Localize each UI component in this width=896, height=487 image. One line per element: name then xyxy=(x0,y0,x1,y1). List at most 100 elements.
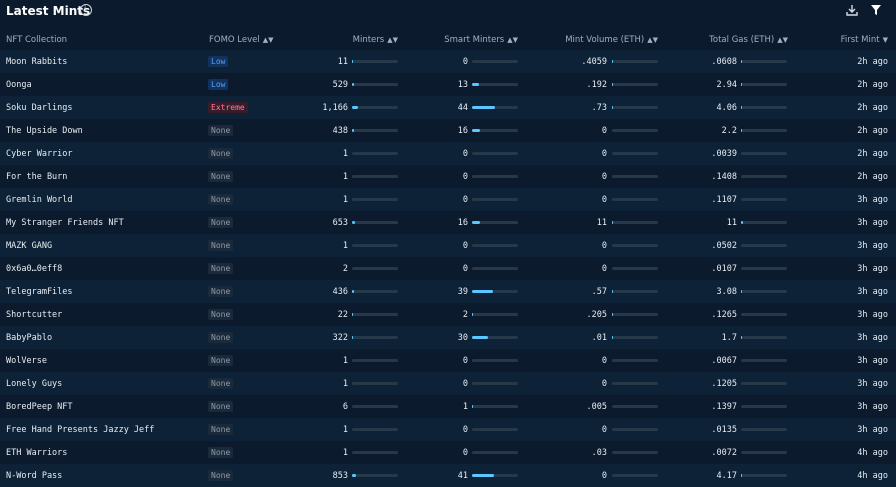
collection-name[interactable]: Gremlin World xyxy=(6,188,73,211)
table-row[interactable]: ETH Warriors None 1 0 .03 .0072 4h ago xyxy=(0,441,896,464)
table-row[interactable]: N-Word Pass None 853 41 0 4.17 4h ago xyxy=(0,464,896,487)
smart-minters-bar-fill xyxy=(472,221,480,224)
fomo-cell: None xyxy=(208,303,233,326)
collection-name[interactable]: WolVerse xyxy=(6,349,47,372)
smart-minters-bar xyxy=(472,175,518,178)
total-gas-value: 11 xyxy=(727,211,737,234)
minters-bar xyxy=(352,129,398,132)
table-row[interactable]: Cyber Warrior None 1 0 0 .0039 2h ago xyxy=(0,142,896,165)
col-smart-minters[interactable]: Smart Minters▲▼ xyxy=(444,30,518,50)
mint-volume-value: 0 xyxy=(602,234,607,257)
table-row[interactable]: 0x6a0…0eff8 None 2 0 0 .0107 3h ago xyxy=(0,257,896,280)
table-row[interactable]: My Stranger Friends NFT None 653 16 11 1… xyxy=(0,211,896,234)
total-gas-bar xyxy=(741,313,787,316)
table-row[interactable]: WolVerse None 1 0 0 .0067 3h ago xyxy=(0,349,896,372)
minters-bar-fill xyxy=(352,221,355,224)
table-row[interactable]: Shortcutter None 22 2 .205 .1265 3h ago xyxy=(0,303,896,326)
mint-volume-bar xyxy=(612,313,658,316)
collection-name[interactable]: The Upside Down xyxy=(6,119,83,142)
table-row[interactable]: Oonga Low 529 13 .192 2.94 2h ago xyxy=(0,73,896,96)
table-row[interactable]: TelegramFiles None 436 39 .57 3.08 3h ag… xyxy=(0,280,896,303)
mint-volume-bar xyxy=(612,474,658,477)
col-fomo[interactable]: FOMO Level▲▼ xyxy=(209,30,274,50)
fomo-cell: Low xyxy=(208,73,228,96)
smart-minters-bar-fill xyxy=(472,474,494,477)
collection-name[interactable]: Shortcutter xyxy=(6,303,62,326)
fomo-badge: None xyxy=(208,447,233,458)
first-mint-value: 2h ago xyxy=(857,165,888,188)
minters-bar-fill xyxy=(352,106,358,109)
smart-minters-bar xyxy=(472,313,518,316)
total-gas-value: .1408 xyxy=(711,165,737,188)
header-bar: Latest Mints xyxy=(0,0,896,24)
mint-volume-bar xyxy=(612,267,658,270)
total-gas-bar xyxy=(741,244,787,247)
total-gas-bar-fill xyxy=(741,221,743,224)
collection-name[interactable]: BabyPablo xyxy=(6,326,52,349)
table-row[interactable]: MAZK GANG None 1 0 0 .0502 3h ago xyxy=(0,234,896,257)
smart-minters-value: 0 xyxy=(463,50,468,73)
collection-name[interactable]: Moon Rabbits xyxy=(6,50,67,73)
table-row[interactable]: Moon Rabbits Low 11 0 .4059 .0608 2h ago xyxy=(0,50,896,73)
smart-minters-value: 0 xyxy=(463,142,468,165)
mint-volume-bar xyxy=(612,129,658,132)
mint-volume-value: 0 xyxy=(602,165,607,188)
collection-name[interactable]: Free Hand Presents Jazzy Jeff xyxy=(6,418,154,441)
mint-volume-bar xyxy=(612,60,658,63)
table-row[interactable]: Free Hand Presents Jazzy Jeff None 1 0 0… xyxy=(0,418,896,441)
table-row[interactable]: The Upside Down None 438 16 0 2.2 2h ago xyxy=(0,119,896,142)
download-icon[interactable] xyxy=(845,3,859,17)
collection-name[interactable]: My Stranger Friends NFT xyxy=(6,211,124,234)
info-icon[interactable] xyxy=(80,4,92,16)
fomo-badge: None xyxy=(208,332,233,343)
col-total-gas[interactable]: Total Gas (ETH)▲▼ xyxy=(709,30,788,50)
minters-bar xyxy=(352,244,398,247)
col-minters[interactable]: Minters▲▼ xyxy=(353,30,398,50)
first-mint-value: 4h ago xyxy=(857,464,888,487)
table-row[interactable]: For the Burn None 1 0 0 .1408 2h ago xyxy=(0,165,896,188)
table-row[interactable]: Lonely Guys None 1 0 0 .1205 3h ago xyxy=(0,372,896,395)
filter-icon[interactable] xyxy=(869,3,883,17)
minters-bar xyxy=(352,474,398,477)
mint-volume-bar xyxy=(612,198,658,201)
sort-icon: ▲▼ xyxy=(507,36,518,44)
collection-name[interactable]: Soku Darlings xyxy=(6,96,73,119)
col-collection[interactable]: NFT Collection xyxy=(6,30,67,50)
mint-volume-value: .01 xyxy=(592,326,607,349)
fomo-badge: Low xyxy=(208,79,228,90)
collection-name[interactable]: 0x6a0…0eff8 xyxy=(6,257,62,280)
collection-name[interactable]: N-Word Pass xyxy=(6,464,62,487)
total-gas-value: .1397 xyxy=(711,395,737,418)
collection-name[interactable]: For the Burn xyxy=(6,165,67,188)
smart-minters-value: 16 xyxy=(458,119,468,142)
mint-volume-value: 0 xyxy=(602,142,607,165)
first-mint-value: 3h ago xyxy=(857,372,888,395)
col-mint-volume[interactable]: Mint Volume (ETH)▲▼ xyxy=(565,30,658,50)
mint-volume-value: .192 xyxy=(587,73,607,96)
table-row[interactable]: BoredPeep NFT None 6 1 .005 .1397 3h ago xyxy=(0,395,896,418)
collection-name[interactable]: Oonga xyxy=(6,73,32,96)
collection-name[interactable]: Lonely Guys xyxy=(6,372,62,395)
total-gas-bar xyxy=(741,428,787,431)
mint-volume-value: 0 xyxy=(602,257,607,280)
collection-name[interactable]: TelegramFiles xyxy=(6,280,73,303)
collection-name[interactable]: BoredPeep NFT xyxy=(6,395,73,418)
minters-value: 1 xyxy=(343,349,348,372)
table-row[interactable]: BabyPablo None 322 30 .01 1.7 3h ago xyxy=(0,326,896,349)
first-mint-value: 3h ago xyxy=(857,280,888,303)
col-first-mint[interactable]: First Mint▼ xyxy=(841,30,888,50)
mint-volume-bar xyxy=(612,244,658,247)
table-row[interactable]: Soku Darlings Extreme 1,166 44 .73 4.06 … xyxy=(0,96,896,119)
total-gas-value: 1.7 xyxy=(722,326,737,349)
smart-minters-bar-fill xyxy=(472,129,480,132)
minters-bar xyxy=(352,198,398,201)
mint-volume-value: 0 xyxy=(602,119,607,142)
collection-name[interactable]: Cyber Warrior xyxy=(6,142,73,165)
mint-volume-bar xyxy=(612,382,658,385)
total-gas-value: .0608 xyxy=(711,50,737,73)
table-row[interactable]: Gremlin World None 1 0 0 .1107 3h ago xyxy=(0,188,896,211)
smart-minters-bar xyxy=(472,451,518,454)
collection-name[interactable]: MAZK GANG xyxy=(6,234,52,257)
collection-name[interactable]: ETH Warriors xyxy=(6,441,67,464)
mint-volume-value: 0 xyxy=(602,418,607,441)
